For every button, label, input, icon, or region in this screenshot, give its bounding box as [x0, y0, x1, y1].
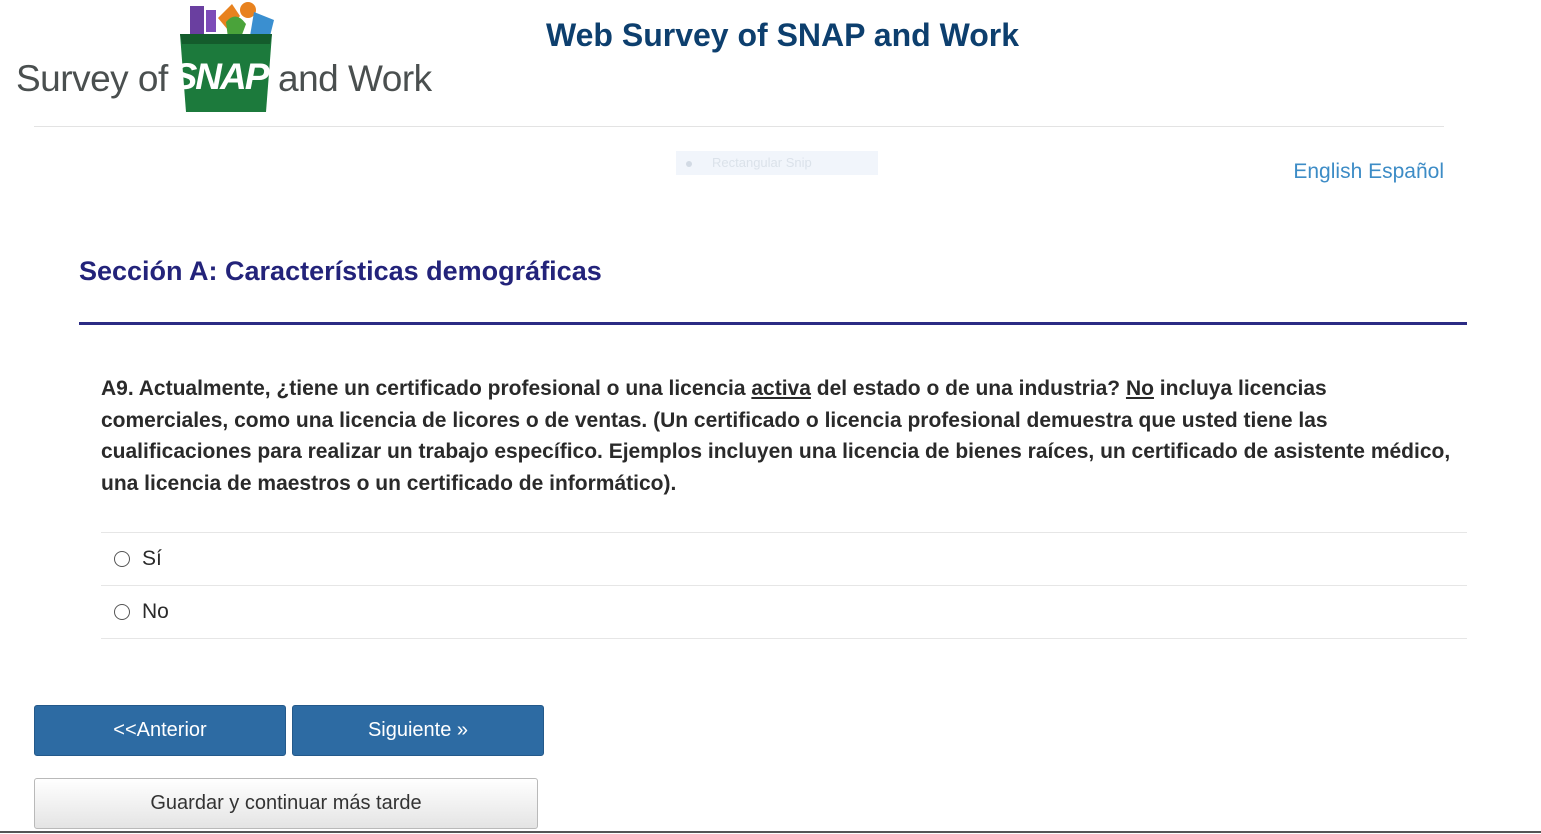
grocery-bag-icon: SNAP — [170, 0, 278, 112]
logo-text-left: Survey of — [16, 58, 168, 99]
header-divider — [34, 126, 1444, 127]
language-switcher: English Español — [1293, 160, 1444, 184]
question-part-2: del estado o de una industria? — [810, 377, 1126, 400]
save-continue-later-button[interactable]: Guardar y continuar más tarde — [34, 778, 538, 829]
section-title: Sección A: Características demográficas — [79, 256, 602, 286]
option-label-si: Sí — [142, 547, 162, 570]
snip-dot-icon — [686, 160, 692, 167]
logo-text-right: and Work — [278, 58, 432, 99]
logo-text-brand: SNAP — [172, 56, 270, 97]
site-title: Web Survey of SNAP and Work — [546, 17, 1019, 53]
question-emphasis-activa: activa — [751, 377, 811, 400]
section-divider — [79, 322, 1467, 325]
radio-si[interactable] — [114, 551, 130, 567]
option-si[interactable]: Sí — [101, 532, 1467, 585]
option-label-no: No — [142, 600, 169, 623]
answer-options: Sí No — [101, 532, 1467, 639]
survey-logo: Survey of SNAP and Work — [14, 0, 434, 115]
previous-button[interactable]: <<Anterior — [34, 705, 286, 756]
snip-overlay: Rectangular Snip — [676, 151, 878, 175]
language-english-link[interactable]: English — [1293, 160, 1362, 183]
snip-label: Rectangular Snip — [712, 155, 812, 170]
radio-no[interactable] — [114, 604, 130, 620]
survey-page: Survey of SNAP and Work Web Survey of SN… — [0, 0, 1541, 834]
question-emphasis-no: No — [1125, 377, 1154, 400]
question-part-1: A9. Actualmente, ¿tiene un certificado p… — [101, 377, 752, 400]
bottom-divider — [0, 831, 1541, 833]
question-text: A9. Actualmente, ¿tiene un certificado p… — [101, 373, 1451, 499]
next-button[interactable]: Siguiente » — [292, 705, 544, 756]
language-spanish-link[interactable]: Español — [1368, 160, 1444, 183]
option-no[interactable]: No — [101, 585, 1467, 639]
